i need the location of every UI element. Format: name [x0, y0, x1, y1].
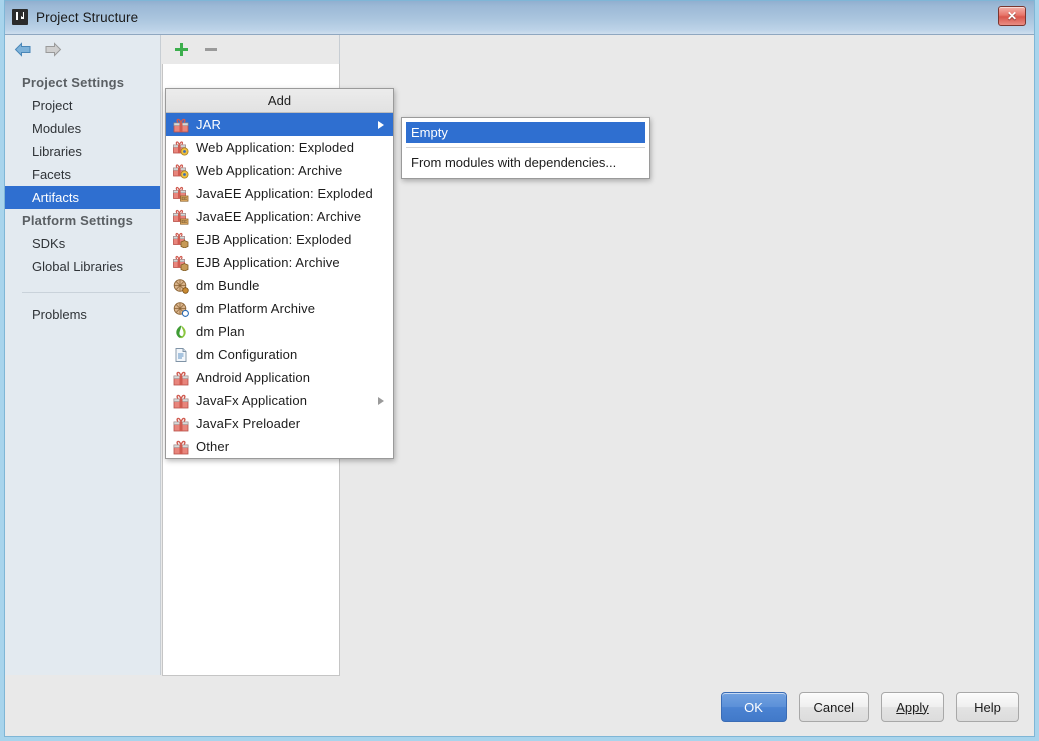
other-package-icon [173, 440, 189, 454]
add-artifact-button[interactable] [173, 41, 190, 58]
cancel-button[interactable]: Cancel [798, 692, 869, 722]
project-structure-dialog: Project Structure ✕ Project Settings Pro… [0, 0, 1039, 741]
menu-item-javafx-application[interactable]: JavaFx Application [166, 389, 393, 412]
menu-item-label: JavaFx Preloader [196, 416, 301, 431]
menu-item-label: dm Configuration [196, 347, 298, 362]
menu-item-other[interactable]: Other [166, 435, 393, 458]
javafx-preloader-icon [173, 417, 189, 431]
jar-package-icon [173, 118, 189, 132]
menu-item-javaee-application-archive[interactable]: EE JavaEE Application: Archive [166, 205, 393, 228]
menu-item-label: Android Application [196, 370, 311, 385]
help-button[interactable]: Help [956, 692, 1019, 722]
titlebar-left-group: Project Structure [12, 0, 138, 34]
submenu-divider [406, 147, 645, 148]
menu-item-label: JavaEE Application: Archive [196, 209, 362, 224]
menu-item-label: JAR [196, 117, 222, 132]
menu-item-dm-platform-archive[interactable]: dm Platform Archive [166, 297, 393, 320]
dm-configuration-icon [175, 347, 187, 362]
sidebar-item-artifacts[interactable]: Artifacts [4, 186, 160, 209]
web-exploded-icon [173, 140, 189, 155]
window-title: Project Structure [36, 9, 139, 25]
navigation-arrows [4, 35, 160, 64]
menu-item-dm-configuration[interactable]: dm Configuration [166, 343, 393, 366]
dm-bundle-icon [173, 278, 189, 294]
sidebar-list: Project Settings Project Modules Librari… [4, 64, 160, 326]
add-artifact-popup-menu: Add JAR Web Application: Exploded Web Ap… [165, 88, 394, 459]
sidebar-item-libraries[interactable]: Libraries [4, 140, 160, 163]
sidebar-item-project[interactable]: Project [4, 94, 160, 117]
menu-item-label: dm Platform Archive [196, 301, 316, 316]
menu-item-javaee-application-exploded[interactable]: EE JavaEE Application: Exploded [166, 182, 393, 205]
dm-platform-archive-icon [173, 301, 189, 317]
sidebar-item-sdks[interactable]: SDKs [4, 232, 160, 255]
window-titlebar: Project Structure ✕ [0, 0, 1039, 35]
menu-item-label: EJB Application: Exploded [196, 232, 352, 247]
close-icon[interactable]: ✕ [998, 6, 1026, 26]
jar-submenu: Empty From modules with dependencies... [401, 117, 650, 179]
chevron-right-icon [378, 120, 384, 129]
remove-artifact-button[interactable] [202, 41, 219, 58]
menu-item-label: Web Application: Archive [196, 163, 343, 178]
apply-label: Apply [896, 699, 929, 715]
ejb-exploded-icon [173, 232, 189, 248]
minus-icon [204, 48, 217, 51]
arrow-left-icon[interactable] [14, 42, 32, 57]
svg-text:EE: EE [181, 219, 187, 224]
submenu-item-from-modules-with-dependencies[interactable]: From modules with dependencies... [406, 152, 645, 173]
artifacts-toolbar [162, 35, 340, 64]
menu-item-jar[interactable]: JAR [166, 113, 393, 136]
menu-item-dm-plan[interactable]: dm Plan [166, 320, 393, 343]
menu-item-label: dm Plan [196, 324, 245, 339]
sidebar-group-project-settings: Project Settings [22, 75, 125, 90]
chevron-right-icon [378, 396, 384, 405]
close-glyph: ✕ [1006, 9, 1018, 23]
menu-item-javafx-preloader[interactable]: JavaFx Preloader [166, 412, 393, 435]
apply-button[interactable]: Apply [881, 692, 944, 722]
settings-sidebar: Project Settings Project Modules Librari… [4, 35, 161, 675]
plus-icon [175, 43, 188, 56]
popup-title: Add [166, 89, 393, 113]
menu-item-ejb-application-exploded[interactable]: EJB Application: Exploded [166, 228, 393, 251]
menu-item-label: Other [196, 439, 230, 454]
javaee-archive-icon: EE [173, 209, 189, 225]
sidebar-item-modules[interactable]: Modules [4, 117, 160, 140]
sidebar-item-problems[interactable]: Problems [4, 303, 160, 326]
menu-item-dm-bundle[interactable]: dm Bundle [166, 274, 393, 297]
arrow-right-icon[interactable] [44, 42, 62, 57]
sidebar-divider [22, 292, 150, 293]
menu-item-web-application-exploded[interactable]: Web Application: Exploded [166, 136, 393, 159]
menu-item-android-application[interactable]: Android Application [166, 366, 393, 389]
menu-item-label: JavaFx Application [196, 393, 308, 408]
intellij-idea-icon [12, 9, 28, 25]
web-archive-icon [173, 163, 189, 178]
dialog-footer: OK Cancel Apply Help [4, 677, 1035, 737]
menu-item-ejb-application-archive[interactable]: EJB Application: Archive [166, 251, 393, 274]
svg-text:EE: EE [181, 196, 187, 201]
menu-item-label: dm Bundle [196, 278, 260, 293]
menu-item-label: Web Application: Exploded [196, 140, 355, 155]
sidebar-item-global-libraries[interactable]: Global Libraries [4, 255, 160, 278]
submenu-item-empty[interactable]: Empty [406, 122, 645, 143]
menu-item-label: JavaEE Application: Exploded [196, 186, 373, 201]
menu-item-label: EJB Application: Archive [196, 255, 340, 270]
android-application-icon [173, 371, 189, 385]
javaee-exploded-icon: EE [173, 186, 189, 202]
sidebar-item-facets[interactable]: Facets [4, 163, 160, 186]
dm-plan-icon [176, 325, 186, 338]
menu-item-web-application-archive[interactable]: Web Application: Archive [166, 159, 393, 182]
dialog-body: Project Settings Project Modules Librari… [4, 35, 1035, 737]
ok-button[interactable]: OK [720, 692, 787, 722]
ejb-archive-icon [173, 255, 189, 271]
javafx-application-icon [173, 394, 189, 408]
sidebar-group-platform-settings: Platform Settings [22, 213, 134, 228]
